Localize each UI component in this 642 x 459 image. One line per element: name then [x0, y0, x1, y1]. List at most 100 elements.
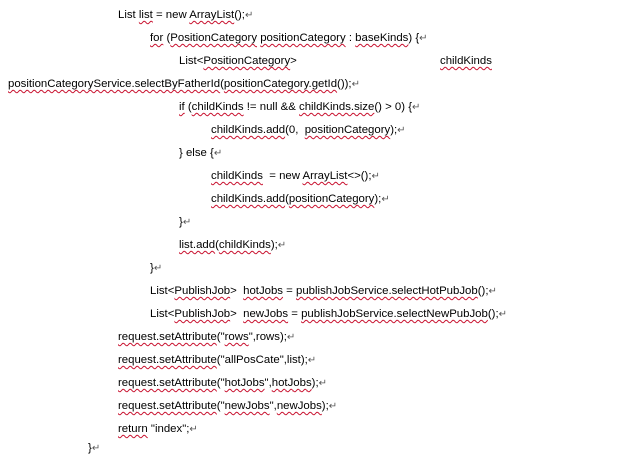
code-token: (	[184, 101, 192, 113]
code-token: = new	[152, 9, 190, 21]
code-token: "index";	[147, 423, 190, 435]
code-token: List<	[150, 308, 175, 320]
code-token: publishJobService.selectHotPubJob	[296, 285, 478, 297]
paragraph-mark-icon: ↵	[381, 194, 390, 205]
code-line-2: for (PositionCategory positionCategory :…	[150, 31, 428, 46]
code-token: request.setAttribute	[118, 400, 217, 412]
code-token: ArrayList	[189, 9, 235, 21]
code-token: );	[270, 239, 278, 251]
code-line-15: request.setAttribute("rows",rows);↵	[118, 330, 295, 345]
paragraph-mark-icon: ↵	[213, 148, 223, 159]
code-token: request.setAttribute	[118, 331, 217, 343]
code-token: ("allPosCate",list);	[216, 354, 308, 366]
code-token: >	[290, 55, 297, 67]
paragraph-mark-icon: ↵	[412, 102, 421, 113]
code-line-19: return "index";↵	[118, 422, 198, 437]
code-token: (0,	[285, 124, 305, 136]
code-token: newJobs	[224, 400, 270, 412]
code-token: childKinds.add	[211, 193, 286, 205]
code-token: PositionCategory	[170, 32, 258, 44]
code-token: ("	[216, 400, 225, 412]
code-line-1: List list = new ArrayList();↵	[118, 8, 253, 23]
paragraph-mark-icon: ↵	[351, 79, 360, 90]
code-token: childKinds	[191, 101, 244, 113]
code-token: list.add	[179, 239, 216, 251]
code-line-12: }↵	[150, 261, 162, 276]
code-token: childKinds	[440, 55, 492, 67]
code-token: ();	[487, 308, 499, 320]
code-line-18: request.setAttribute("newJobs",newJobs);…	[118, 399, 337, 414]
code-token: childKinds.add	[211, 124, 286, 136]
code-token: childKinds	[218, 239, 271, 251]
paragraph-mark-icon: ↵	[397, 125, 406, 136]
code-token: newJobs	[276, 400, 322, 412]
code-document: List list = new ArrayList();↵ for (Posit…	[0, 0, 642, 459]
code-token: publishJobService.selectNewPubJob	[301, 308, 488, 320]
code-token: = new	[262, 170, 303, 182]
code-line-4: positionCategoryService.selectByFatherId…	[8, 77, 360, 92]
code-token: >	[230, 285, 244, 297]
code-token: childKinds	[211, 170, 263, 182]
code-token: PublishJob	[174, 308, 231, 320]
code-token: != null &&	[243, 101, 299, 113]
code-line-9: childKinds.add(positionCategory);↵	[211, 192, 390, 207]
code-token: );	[321, 400, 329, 412]
code-line-10: }↵	[179, 215, 191, 230]
code-line-6: childKinds.add(0, positionCategory);↵	[211, 123, 406, 138]
code-token: ();	[234, 9, 245, 21]
paragraph-mark-icon: ↵	[277, 240, 287, 251]
paragraph-mark-icon: ↵	[182, 217, 192, 228]
code-line-11: list.add(childKinds);↵	[179, 238, 286, 253]
code-token: :	[345, 32, 356, 44]
code-line-20: }↵	[88, 441, 100, 456]
paragraph-mark-icon: ↵	[318, 378, 328, 389]
code-token: return	[118, 423, 148, 435]
paragraph-mark-icon: ↵	[91, 443, 101, 454]
paragraph-mark-icon: ↵	[371, 171, 380, 182]
code-line-14: List<PublishJob> newJobs = publishJobSer…	[150, 307, 507, 322]
paragraph-mark-icon: ↵	[488, 286, 497, 297]
paragraph-mark-icon: ↵	[189, 424, 198, 435]
code-token: positionCategory	[260, 32, 346, 44]
code-token: hotJobs	[224, 377, 265, 389]
paragraph-mark-icon: ↵	[286, 332, 296, 343]
code-token: );	[311, 377, 319, 389]
code-token: } else {	[179, 147, 214, 159]
code-token: rows	[224, 331, 249, 343]
code-token: positionCategory	[288, 193, 375, 205]
code-token: List<	[150, 285, 175, 297]
paragraph-mark-icon: ↵	[307, 355, 317, 366]
code-token: hotJobs	[271, 377, 312, 389]
paragraph-mark-icon: ↵	[153, 263, 163, 274]
code-token: list	[138, 9, 153, 21]
code-token: >	[230, 308, 244, 320]
code-token: baseKinds	[355, 32, 409, 44]
paragraph-mark-icon: ↵	[498, 309, 508, 320]
code-token: ArrayList	[302, 170, 348, 182]
code-token: =	[283, 285, 296, 297]
code-token: positionCategory.getId	[223, 78, 338, 90]
code-token: ("	[216, 331, 225, 343]
code-token: ",	[264, 377, 272, 389]
code-token: hotJobs	[243, 285, 284, 297]
code-line-3-continued: childKinds	[440, 54, 492, 69]
code-token: () > 0) {	[374, 101, 413, 113]
code-line-3: List<PositionCategory>	[179, 54, 297, 69]
code-token: ",	[269, 400, 277, 412]
code-line-13: List<PublishJob> hotJobs = publishJobSer…	[150, 284, 497, 299]
code-token: PositionCategory	[203, 55, 291, 67]
code-token: positionCategory	[304, 124, 391, 136]
code-token: for	[150, 32, 164, 44]
code-line-16: request.setAttribute("allPosCate",list);…	[118, 353, 316, 368]
paragraph-mark-icon: ↵	[328, 401, 338, 412]
code-token: childKinds.size	[299, 101, 375, 113]
code-token: List	[118, 9, 139, 21]
code-token: =	[288, 308, 302, 320]
code-line-7: } else {↵	[179, 146, 222, 161]
code-token: ) {	[408, 32, 420, 44]
code-token: List<	[179, 55, 204, 67]
code-token: ();	[477, 285, 489, 297]
paragraph-mark-icon: ↵	[419, 33, 428, 44]
code-token: ());	[337, 78, 352, 90]
code-token: request.setAttribute	[118, 354, 217, 366]
